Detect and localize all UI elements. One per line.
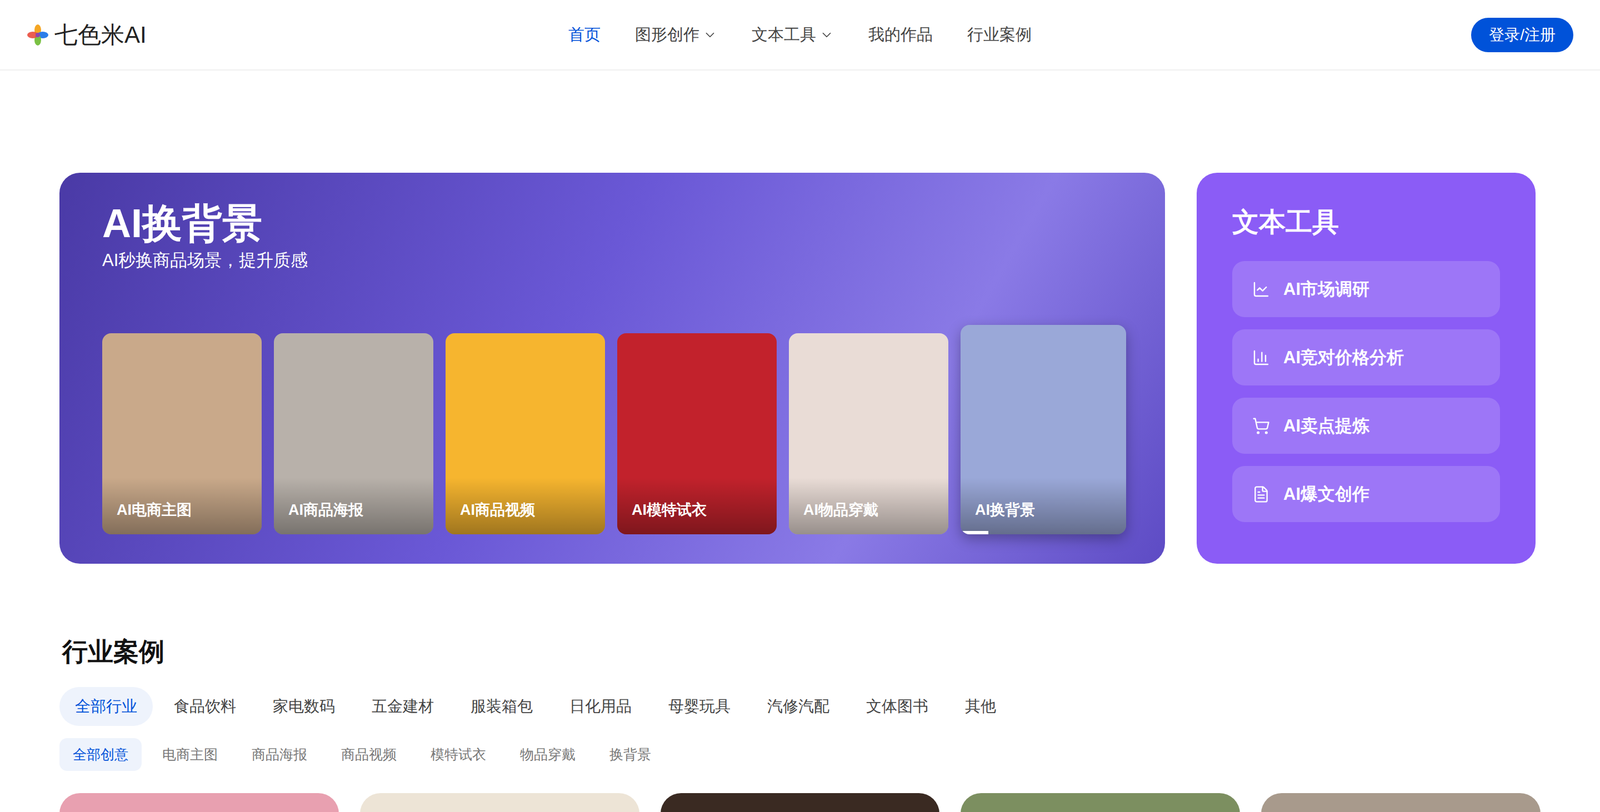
banner: AI换背景AI秒换商品场景，提升质感AI电商主图AI商品海报AI商品视频AI模特… [59, 172, 1165, 564]
tool-icon [1252, 417, 1270, 435]
tool-icon [1252, 280, 1270, 299]
nav-item[interactable]: 我的作品 [868, 23, 933, 47]
feature-card-label: AI模特试衣 [617, 477, 777, 535]
creative-tab[interactable]: 物品穿戴 [506, 738, 589, 772]
industry-tab[interactable]: 家电数码 [257, 687, 351, 727]
feature-card-label: AI电商主图 [102, 477, 262, 535]
feature-card-label: AI物品穿戴 [788, 477, 949, 535]
creative-tab[interactable]: 换背景 [596, 738, 665, 772]
text-tool-item[interactable]: AI卖点提炼 [1232, 397, 1500, 454]
creative-tabs: 全部创意电商主图商品海报商品视频模特试衣物品穿戴换背景 [59, 738, 1541, 772]
text-tool-item[interactable]: AI竞对价格分析 [1232, 329, 1500, 386]
text-tool-item[interactable]: AI市场调研 [1232, 261, 1500, 318]
active-indicator [960, 531, 989, 535]
logo-icon [26, 23, 49, 47]
creative-tab[interactable]: 电商主图 [148, 738, 232, 772]
case-card[interactable] [960, 793, 1240, 812]
text-tool-item[interactable]: AI爆文创作 [1232, 466, 1500, 523]
industry-tab[interactable]: 五金建材 [356, 687, 450, 727]
feature-card[interactable]: AI商品海报 [273, 333, 434, 535]
logo-text: 七色米AI [54, 19, 147, 51]
feature-card[interactable]: AI物品穿戴 [788, 333, 949, 535]
case-card[interactable] [360, 793, 640, 812]
industry-tab[interactable]: 日化用品 [553, 687, 648, 727]
industry-tab[interactable]: 文体图书 [850, 687, 944, 727]
nav: 首页 图形创作 文本工具 我的作品 行业案例 [568, 23, 1032, 47]
nav-item[interactable]: 图形创作 [635, 23, 718, 47]
industry-tab[interactable]: 全部行业 [59, 687, 153, 727]
industry-tabs: 全部行业食品饮料家电数码五金建材服装箱包日化用品母婴玩具汽修汽配文体图书其他 [59, 687, 1541, 727]
chevron-down-icon [819, 27, 834, 43]
creative-tab[interactable]: 全部创意 [59, 738, 142, 772]
feature-card[interactable]: AI模特试衣 [617, 333, 777, 535]
feature-card-label: AI换背景 [960, 477, 1127, 535]
tool-icon [1252, 485, 1270, 504]
feature-card-label: AI商品视频 [445, 477, 605, 535]
feature-card[interactable]: AI电商主图 [102, 333, 262, 535]
header: 七色米AI 首页 图形创作 文本工具 我的作品 行业案例 登录/注册 [0, 0, 1600, 71]
industry-tab[interactable]: 汽修汽配 [751, 687, 845, 727]
case-cards [59, 793, 1541, 812]
feature-card[interactable]: AI换背景 [960, 325, 1127, 535]
feature-cards: AI电商主图AI商品海报AI商品视频AI模特试衣AI物品穿戴AI换背景 [102, 325, 1127, 535]
banner-subtitle: AI秒换商品场景，提升质感 [102, 248, 1127, 273]
industry-tab[interactable]: 服装箱包 [455, 687, 549, 727]
case-card[interactable] [660, 793, 940, 812]
creative-tab[interactable]: 商品视频 [327, 738, 410, 772]
creative-tab[interactable]: 商品海报 [238, 738, 321, 772]
case-card[interactable] [1261, 793, 1541, 812]
creative-tab[interactable]: 模特试衣 [417, 738, 500, 772]
logo[interactable]: 七色米AI [26, 19, 316, 51]
banner-title: AI换背景 [102, 201, 1127, 246]
text-tools-title: 文本工具 [1232, 204, 1500, 240]
feature-card[interactable]: AI商品视频 [445, 333, 605, 535]
industry-tab[interactable]: 其他 [949, 687, 1012, 727]
chevron-down-icon [702, 27, 718, 43]
nav-item[interactable]: 首页 [568, 23, 601, 47]
industry-tab[interactable]: 母婴玩具 [652, 687, 747, 727]
nav-item[interactable]: 行业案例 [967, 23, 1032, 47]
industry-tab[interactable]: 食品饮料 [158, 687, 252, 727]
login-button[interactable]: 登录/注册 [1471, 17, 1574, 53]
cases-title: 行业案例 [62, 635, 1541, 670]
text-tools-panel: 文本工具 AI市场调研 AI竞对价格分析 AI卖点提炼 AI爆文创作 [1196, 172, 1536, 564]
main: AI换背景AI秒换商品场景，提升质感AI电商主图AI商品海报AI商品视频AI模特… [0, 70, 1600, 812]
tool-icon [1252, 348, 1270, 367]
nav-item[interactable]: 文本工具 [751, 23, 834, 47]
feature-card-label: AI商品海报 [273, 477, 434, 535]
case-card[interactable] [59, 793, 339, 812]
